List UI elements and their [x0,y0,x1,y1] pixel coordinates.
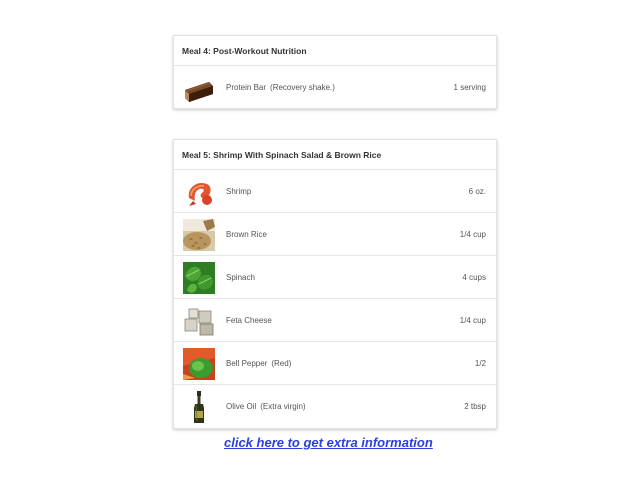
food-row: Feta Cheese 1/4 cup [174,299,496,342]
meal-card-5: Meal 5: Shrimp With Spinach Salad & Brow… [173,139,497,429]
shrimp-icon [183,176,215,208]
olive-oil-icon [183,391,215,423]
food-quantity: 1/2 [474,358,486,368]
meal-title: Meal 5: Shrimp With Spinach Salad & Brow… [174,140,496,170]
food-row: Brown Rice 1/4 cup [174,213,496,256]
food-name: Spinach [226,272,255,282]
food-note: (Red) [271,358,292,368]
feta-cheese-icon [183,305,215,337]
food-row: Olive Oil (Extra virgin) 2 tbsp [174,385,496,428]
food-row: Shrimp 6 oz. [174,170,496,213]
food-name: Bell Pepper [226,358,268,368]
food-name: Olive Oil [226,402,257,411]
food-quantity: 2 tbsp [464,402,486,411]
brown-rice-icon [183,219,215,251]
meal-card-4: Meal 4: Post-Workout Nutrition Protein B… [173,35,497,109]
food-row: Spinach 4 cups [174,256,496,299]
extra-information-link[interactable]: click here to get extra information [224,435,433,450]
food-quantity: 1/4 cup [459,229,486,239]
food-quantity: 1/4 cup [459,315,486,325]
meal-title: Meal 4: Post-Workout Nutrition [174,36,496,66]
food-quantity: 4 cups [462,272,486,282]
food-note: (Recovery shake.) [270,83,335,92]
food-row: Bell Pepper (Red) 1/2 [174,342,496,385]
bell-pepper-icon [183,348,215,380]
food-name: Feta Cheese [226,315,272,325]
food-note: (Extra virgin) [260,402,306,411]
protein-bar-icon [183,72,215,104]
spinach-icon [183,262,215,294]
food-quantity: 1 serving [453,83,486,92]
food-name: Protein Bar [226,83,267,92]
food-name: Shrimp [226,186,252,196]
food-quantity: 6 oz. [468,186,486,196]
food-name: Brown Rice [226,229,267,239]
food-row: Protein Bar (Recovery shake.) 1 serving [174,66,496,109]
